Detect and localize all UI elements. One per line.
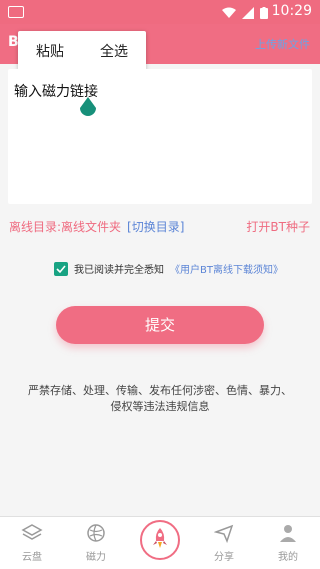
select-all-menu-item[interactable]: 全选 [100, 41, 128, 61]
tab-share[interactable]: 分享 [192, 517, 256, 569]
paste-menu-item[interactable]: 粘贴 [36, 41, 64, 61]
battery-icon [260, 4, 268, 23]
agreement-checkbox[interactable] [54, 261, 68, 276]
open-bt-link[interactable]: 打开BT种子 [246, 218, 310, 235]
layers-icon [21, 523, 43, 548]
globe-icon [86, 523, 106, 548]
rocket-button[interactable] [140, 520, 180, 560]
agreement-row: 我已阅读并完全悉知 《用户BT离线下载须知》 [54, 261, 283, 276]
tab-label: 磁力 [86, 552, 106, 563]
switch-dir-link[interactable]: [切换目录] [127, 220, 184, 234]
notification-icon [8, 6, 24, 18]
submit-button[interactable]: 提交 [56, 306, 264, 344]
tab-label: 我的 [278, 552, 298, 563]
paper-plane-icon [213, 523, 234, 548]
tab-label: 分享 [214, 552, 234, 563]
legal-notice: 严禁存储、处理、传输、发布任何涉密、色情、暴力、侵权等违法违规信息 [28, 384, 292, 413]
magnet-link-input[interactable]: 输入磁力链接 [8, 69, 312, 204]
bottom-tab-bar: 云盘 磁力 分享 我的 [0, 516, 320, 569]
status-time: 10:29 [271, 3, 312, 19]
wifi-icon [222, 4, 236, 23]
text-cursor-handle-icon[interactable] [79, 97, 97, 117]
rocket-icon [151, 527, 169, 554]
person-icon [278, 523, 298, 548]
status-icons [222, 4, 268, 23]
offline-dir-label: 离线目录:离线文件夹 [9, 220, 122, 234]
tab-mine[interactable]: 我的 [256, 517, 320, 569]
agreement-text: 我已阅读并完全悉知 [74, 265, 164, 276]
text-selection-menu: 粘贴 全选 [18, 31, 146, 71]
offline-dir-line: 离线目录:离线文件夹 [切换目录] [9, 218, 184, 235]
tab-label: 云盘 [22, 552, 42, 563]
signal-icon [242, 4, 254, 23]
tab-cloud-disk[interactable]: 云盘 [0, 517, 64, 569]
upload-link[interactable]: 上传新文件 [255, 36, 310, 52]
status-bar: 10:29 [0, 0, 320, 24]
tab-center-rocket[interactable] [128, 517, 192, 569]
agreement-link[interactable]: 《用户BT离线下载须知》 [170, 261, 283, 276]
tab-magnet[interactable]: 磁力 [64, 517, 128, 569]
